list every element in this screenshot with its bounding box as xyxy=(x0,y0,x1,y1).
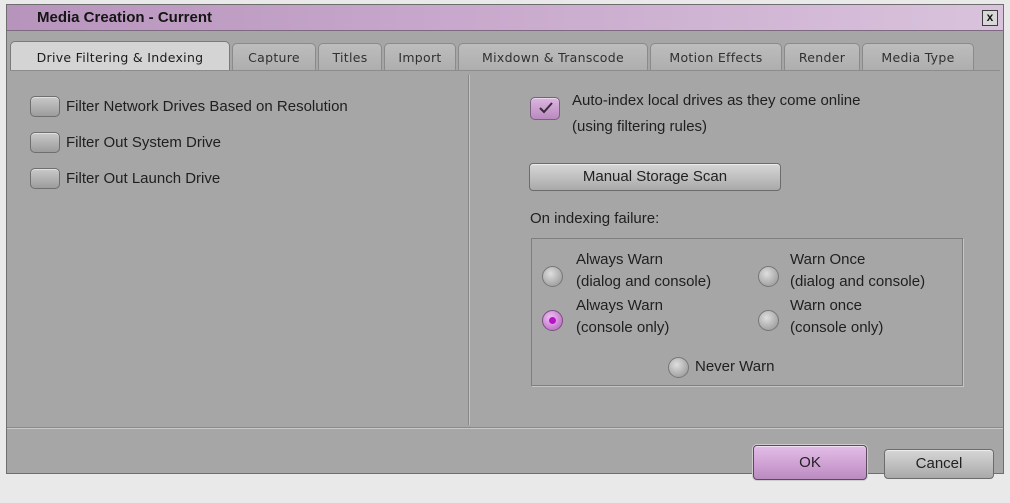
window-title: Media Creation - Current xyxy=(37,9,213,26)
ok-button[interactable]: OK xyxy=(753,445,867,480)
radio-always-warn-console-only-label: Always Warn (console only) xyxy=(576,295,669,339)
indexing-failure-group: Always Warn (dialog and console) Warn On… xyxy=(531,238,963,386)
radio-warn-once-dialog-console[interactable] xyxy=(758,266,779,287)
radio-always-warn-console-only[interactable] xyxy=(542,310,563,331)
radio-label-line2: (dialog and console) xyxy=(576,273,712,290)
tab-capture[interactable]: Capture xyxy=(232,43,316,70)
close-button[interactable]: x xyxy=(982,10,998,26)
auto-index-checkbox[interactable] xyxy=(530,97,560,120)
radio-label-line2: (console only) xyxy=(576,319,670,336)
filter-launch-drive-checkbox[interactable] xyxy=(30,168,60,189)
cancel-button[interactable]: Cancel xyxy=(884,449,994,479)
title-bar[interactable]: Media Creation - Current x xyxy=(7,5,1003,31)
footer-divider xyxy=(7,427,1003,429)
radio-selected-dot xyxy=(549,317,556,324)
tab-import[interactable]: Import xyxy=(384,43,456,70)
radio-never-warn-label: Never Warn xyxy=(695,358,775,375)
radio-label-line1: Always Warn xyxy=(576,251,663,268)
filter-network-drives-label: Filter Network Drives Based on Resolutio… xyxy=(66,98,348,115)
tab-media-type[interactable]: Media Type xyxy=(862,43,974,70)
radio-warn-once-console-only[interactable] xyxy=(758,310,779,331)
checkmark-icon xyxy=(539,102,553,114)
tab-titles[interactable]: Titles xyxy=(318,43,382,70)
radio-label-line2: (console only) xyxy=(790,319,884,336)
filter-system-drive-label: Filter Out System Drive xyxy=(66,134,222,151)
column-divider xyxy=(468,75,470,425)
filter-launch-drive-label: Filter Out Launch Drive xyxy=(66,170,221,187)
auto-index-label-line1: Auto-index local drives as they come onl… xyxy=(572,92,861,109)
auto-index-label-line2: (using filtering rules) xyxy=(572,118,708,135)
tab-render[interactable]: Render xyxy=(784,43,860,70)
radio-always-warn-dialog-console-label: Always Warn (dialog and console) xyxy=(576,249,711,293)
filter-system-drive-checkbox[interactable] xyxy=(30,132,60,153)
media-creation-dialog: Media Creation - Current x Drive Filteri… xyxy=(6,4,1004,480)
filter-network-drives-checkbox[interactable] xyxy=(30,96,60,117)
radio-never-warn[interactable] xyxy=(668,357,689,378)
radio-always-warn-dialog-console[interactable] xyxy=(542,266,563,287)
tab-mixdown-transcode[interactable]: Mixdown & Transcode xyxy=(458,43,648,70)
tab-bar: Drive Filtering & Indexing Capture Title… xyxy=(10,41,990,70)
radio-label-line1: Always Warn xyxy=(576,297,663,314)
radio-warn-once-console-only-label: Warn once (console only) xyxy=(790,295,883,339)
radio-label-line1: Warn Once xyxy=(790,251,866,268)
indexing-failure-label: On indexing failure: xyxy=(530,210,660,227)
tab-motion-effects[interactable]: Motion Effects xyxy=(650,43,782,70)
tab-drive-filtering-indexing[interactable]: Drive Filtering & Indexing xyxy=(10,41,230,70)
radio-label-line2: (dialog and console) xyxy=(790,273,926,290)
radio-warn-once-dialog-console-label: Warn Once (dialog and console) xyxy=(790,249,925,293)
manual-storage-scan-button[interactable]: Manual Storage Scan xyxy=(529,163,781,191)
radio-label-line1: Warn once xyxy=(790,297,862,314)
auto-index-label: Auto-index local drives as they come onl… xyxy=(572,88,861,140)
